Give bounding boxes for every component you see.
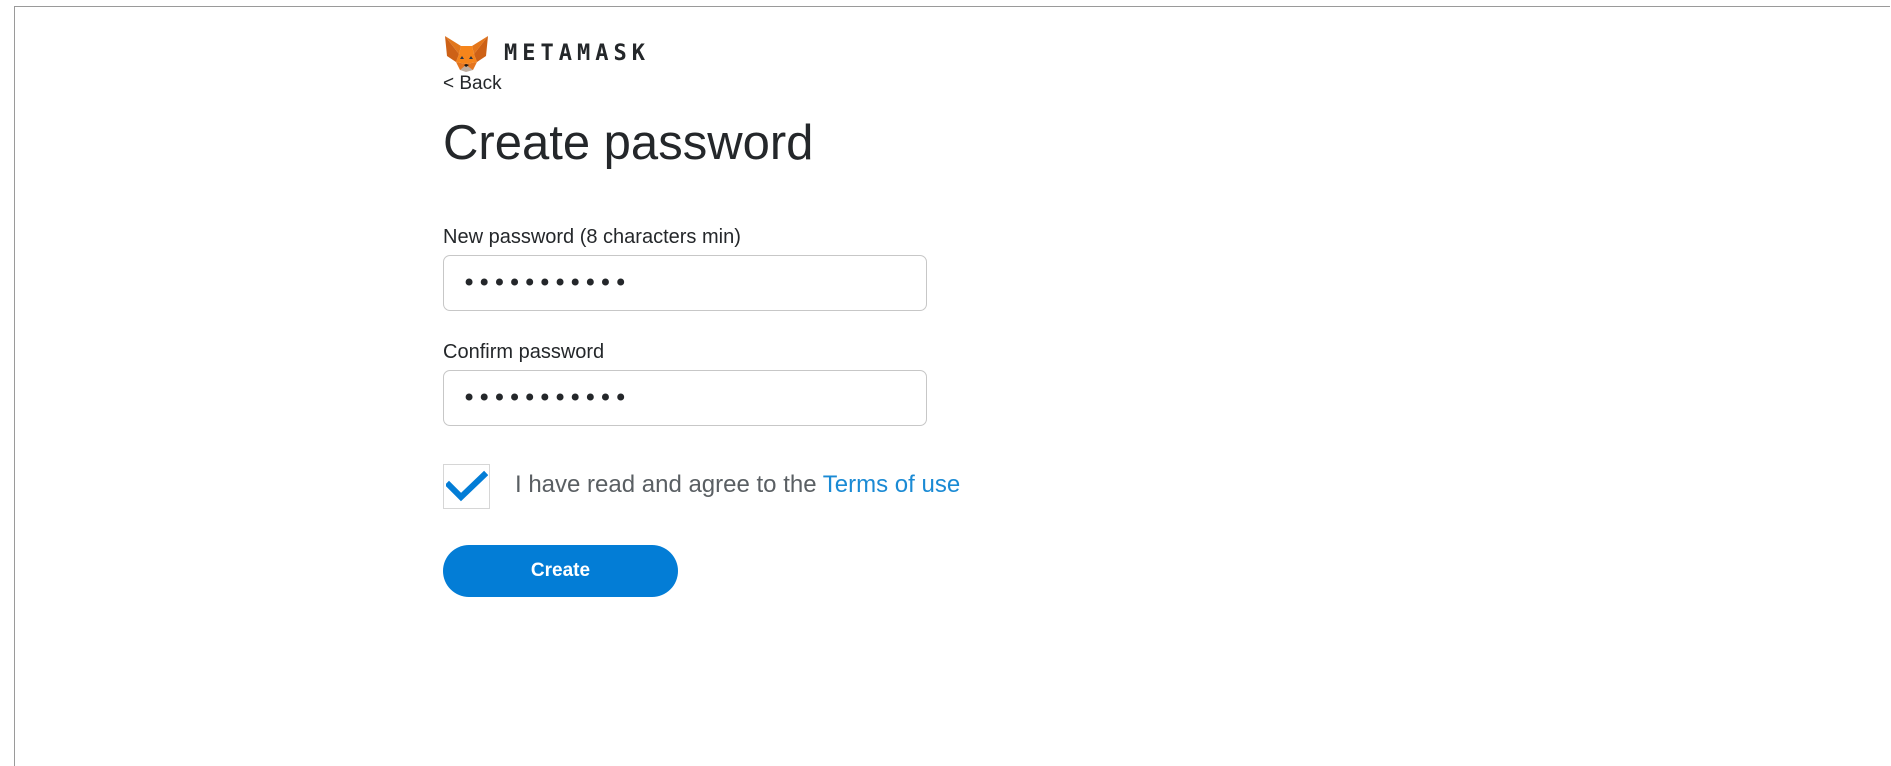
brand-name: METAMASK bbox=[504, 40, 650, 66]
back-link[interactable]: < Back bbox=[443, 73, 502, 95]
metamask-logo: METAMASK bbox=[443, 34, 650, 72]
terms-agreement: I have read and agree to the Terms of us… bbox=[515, 471, 960, 499]
new-password-label: New password (8 characters min) bbox=[443, 226, 741, 248]
new-password-field[interactable] bbox=[443, 255, 927, 311]
page-title: Create password bbox=[443, 116, 814, 170]
browser-viewport bbox=[14, 6, 1890, 766]
terms-of-use-link[interactable]: Terms of use bbox=[823, 471, 960, 498]
terms-checkbox[interactable] bbox=[443, 464, 490, 509]
confirm-password-label: Confirm password bbox=[443, 341, 605, 363]
create-button[interactable]: Create bbox=[443, 545, 678, 597]
terms-text: I have read and agree to the bbox=[515, 471, 823, 498]
metamask-fox-icon bbox=[443, 34, 490, 72]
confirm-password-field[interactable] bbox=[443, 370, 927, 426]
